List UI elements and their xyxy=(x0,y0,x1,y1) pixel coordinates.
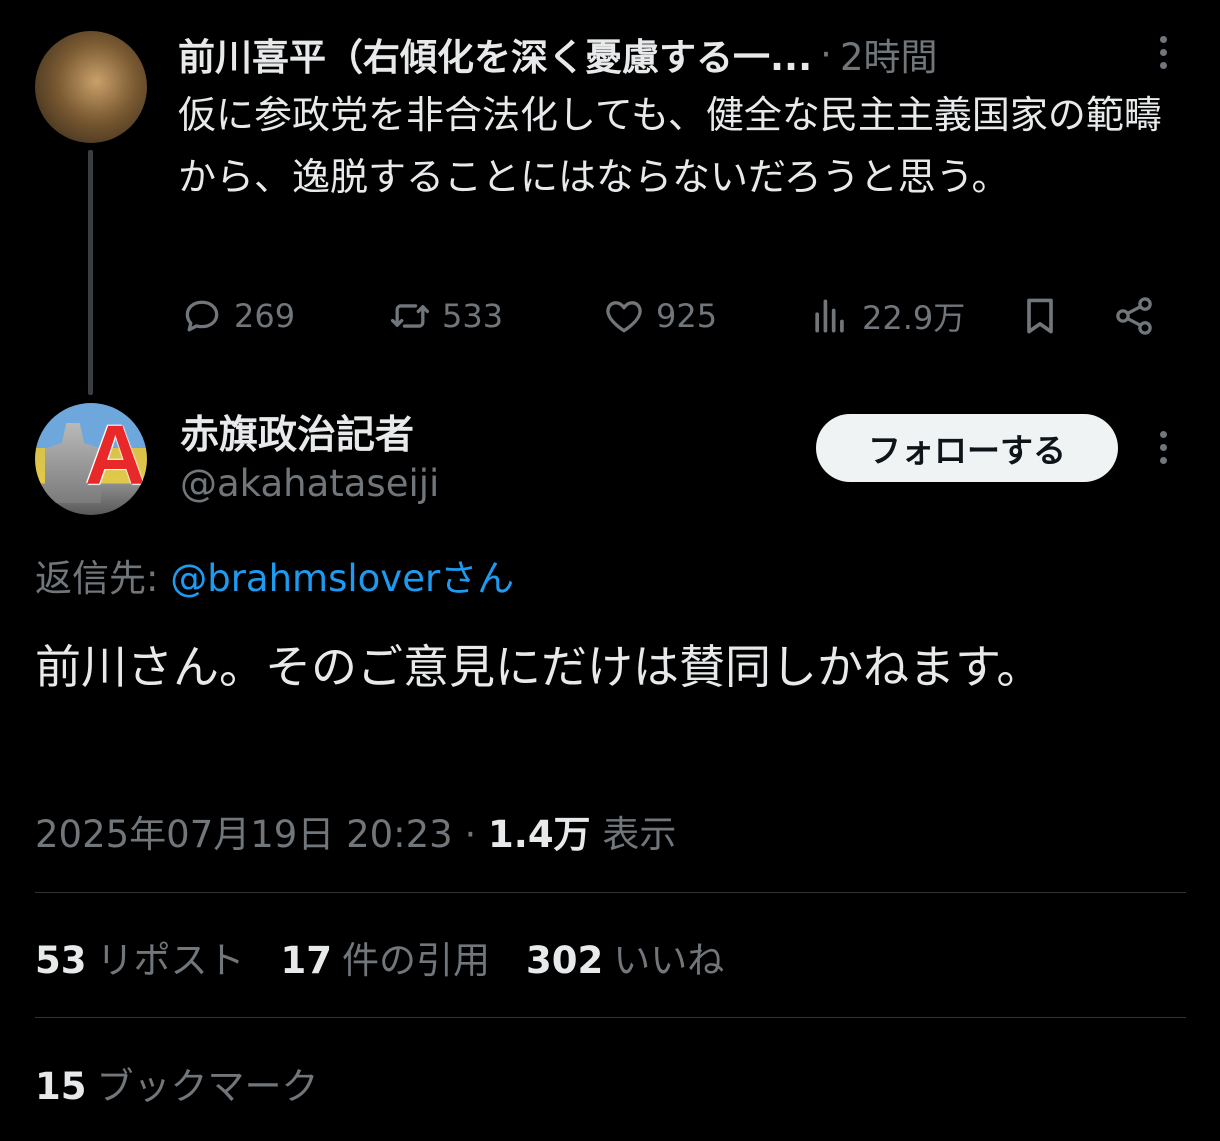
views-button[interactable]: 22.9万 xyxy=(808,288,965,344)
main-tweet-text: 前川さん。そのご意見にだけは賛同しかねます。 xyxy=(35,640,1043,694)
reply-button[interactable]: 269 xyxy=(180,288,295,344)
parent-tweet-header: 前川喜平（右傾化を深く憂慮する一... · 2時間 xyxy=(178,27,938,81)
bookmark-button[interactable] xyxy=(1018,288,1062,344)
tweet-views-label: 表示 xyxy=(590,813,677,856)
main-author-name[interactable]: 赤旗政治記者 xyxy=(180,404,414,460)
reposts-stat-label: リポスト xyxy=(96,939,245,982)
reply-to-mention-link[interactable]: @brahmsloverさん xyxy=(170,557,514,600)
avatar-letter: A xyxy=(85,408,146,502)
likes-stat-label: いいね xyxy=(613,939,725,982)
likes-stat-count: 302 xyxy=(526,939,604,982)
engagement-stats: 53 リポスト 17 件の引用 302 いいね xyxy=(35,930,724,984)
repost-button[interactable]: 533 xyxy=(388,288,503,344)
reply-icon xyxy=(185,300,219,332)
views-count: 22.9万 xyxy=(862,299,966,337)
likes-stat[interactable]: 302 いいね xyxy=(526,930,724,984)
share-icon xyxy=(1116,297,1152,335)
like-count: 925 xyxy=(656,297,718,335)
reposts-stat-count: 53 xyxy=(35,939,87,982)
parent-author-name[interactable]: 前川喜平（右傾化を深く憂慮する一... xyxy=(178,27,812,81)
quotes-stat[interactable]: 17 件の引用 xyxy=(281,930,491,984)
divider-bottom xyxy=(35,1017,1186,1018)
heart-icon xyxy=(606,301,642,333)
tweet-datetime[interactable]: 2025年07月19日 20:23 xyxy=(35,813,453,856)
repost-icon xyxy=(390,304,430,328)
parent-tweet-text: 仮に参政党を非合法化しても、健全な民主主義国家の範疇から、逸脱することにはならな… xyxy=(178,93,1162,199)
share-button[interactable] xyxy=(1112,288,1156,344)
tweet-timestamp-line: 2025年07月19日 20:23 · 1.4万 表示 xyxy=(35,804,676,858)
reply-to-label: 返信先: xyxy=(35,557,171,600)
tweet-views-count[interactable]: 1.4万 xyxy=(488,813,591,856)
follow-button[interactable]: フォローする xyxy=(816,414,1118,482)
bookmarks-stat-label: ブックマーク xyxy=(96,1065,319,1108)
quotes-stat-label: 件の引用 xyxy=(342,939,490,982)
parent-tweet-time[interactable]: 2時間 xyxy=(840,27,938,81)
analytics-icon xyxy=(815,299,844,333)
divider-top xyxy=(35,892,1186,893)
thread-connector-line xyxy=(88,150,93,395)
quotes-stat-count: 17 xyxy=(280,939,333,982)
main-more-options-icon[interactable] xyxy=(1151,431,1175,464)
repost-count: 533 xyxy=(442,297,504,335)
tweet-detail-page: 前川喜平（右傾化を深く憂慮する一... · 2時間 仮に参政党を非合法化しても、… xyxy=(0,0,1220,1141)
parent-action-bar: 269 533 925 22.9万 xyxy=(180,288,1170,344)
parent-more-options-icon[interactable] xyxy=(1151,36,1175,69)
reply-to-line: 返信先: @brahmsloverさん xyxy=(35,548,514,602)
main-author-handle[interactable]: @akahataseiji xyxy=(180,462,439,505)
timestamp-separator: · xyxy=(452,813,489,856)
bookmark-icon xyxy=(1027,298,1053,334)
like-button[interactable]: 925 xyxy=(602,288,717,344)
reply-count: 269 xyxy=(234,297,296,335)
reposts-stat[interactable]: 53 リポスト xyxy=(35,930,245,984)
parent-header-separator: · xyxy=(820,32,832,76)
main-author-avatar[interactable]: A xyxy=(35,403,147,515)
bookmarks-stat-count: 15 xyxy=(35,1065,87,1108)
bookmarks-stat[interactable]: 15 ブックマーク xyxy=(35,1056,319,1110)
parent-author-avatar[interactable] xyxy=(35,31,147,143)
